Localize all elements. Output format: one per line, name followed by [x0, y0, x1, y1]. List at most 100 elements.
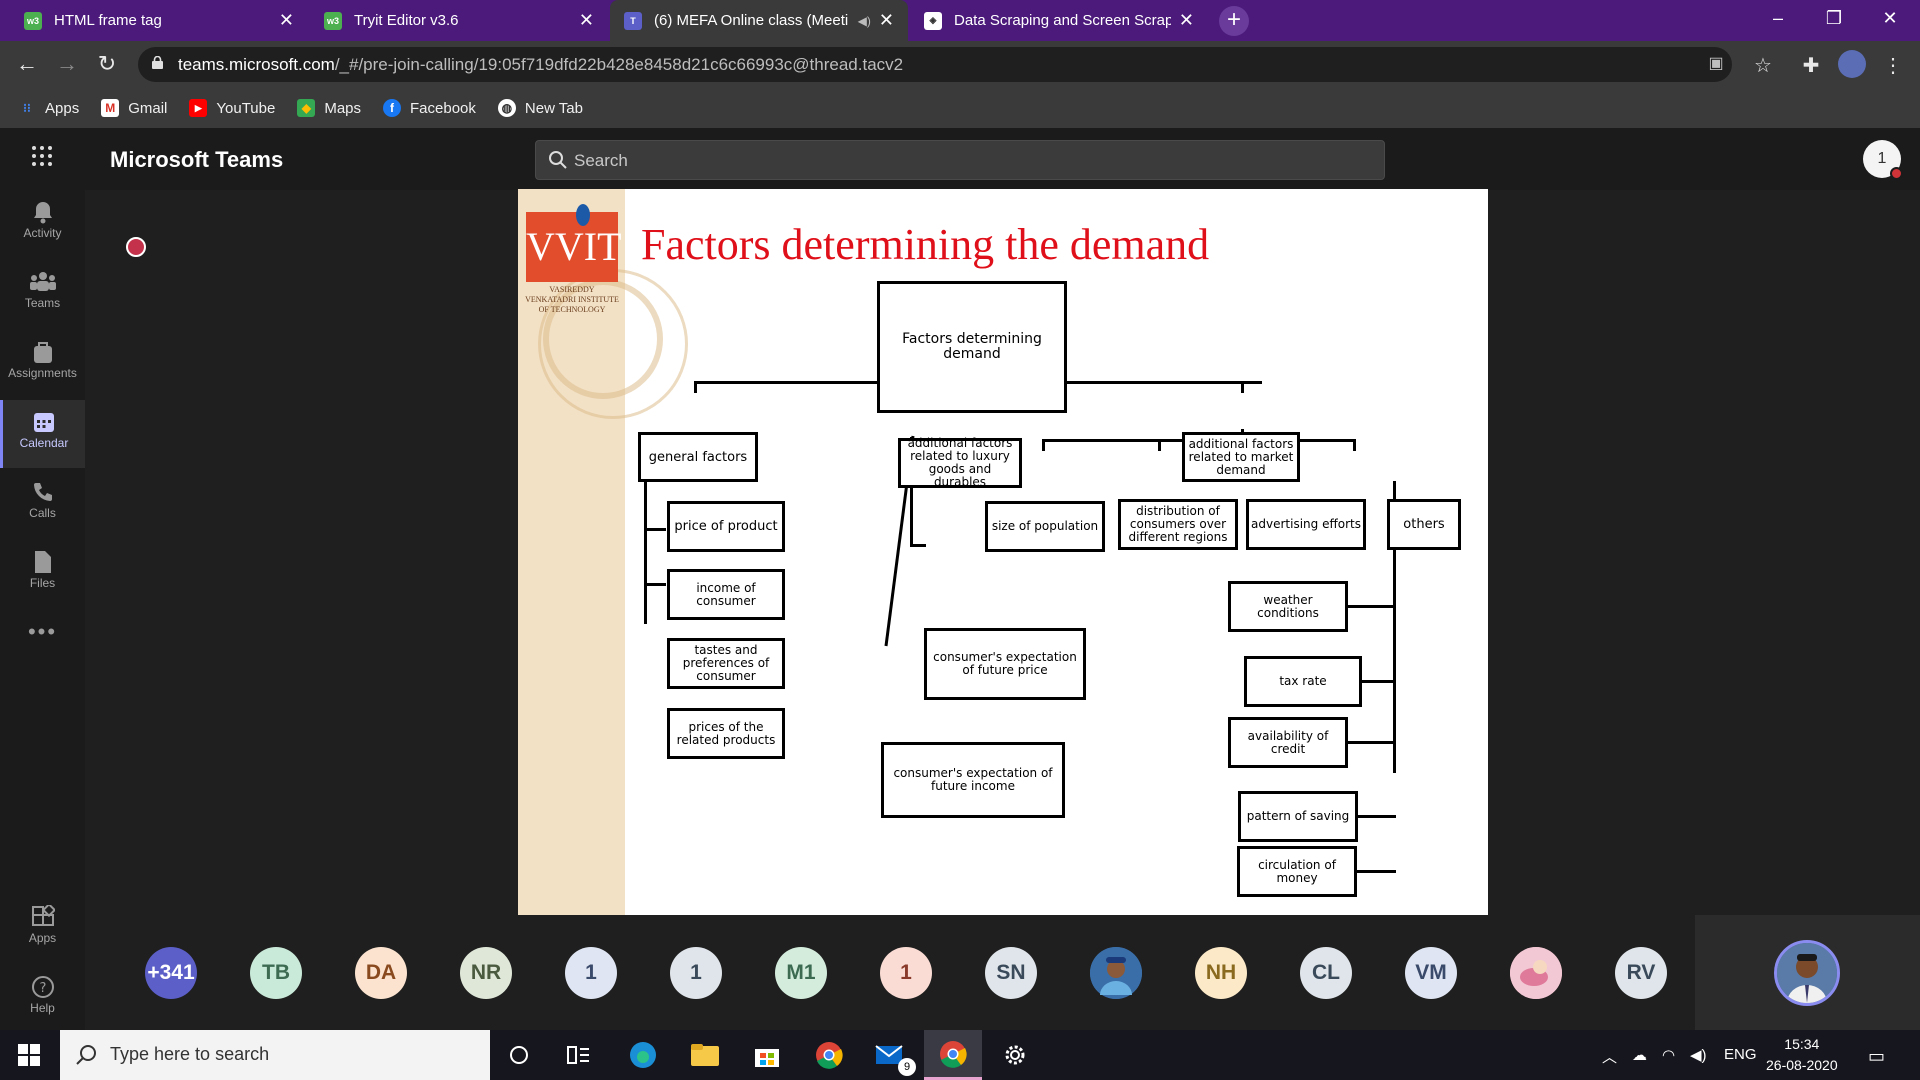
recording-indicator [126, 237, 146, 257]
url-host: teams.microsoft.com [178, 55, 335, 74]
rail-label: Activity [23, 226, 62, 240]
rail-item-assignments[interactable]: Assignments [0, 330, 85, 398]
assignments-icon [0, 338, 85, 366]
participant-avatar[interactable]: 1 [565, 947, 617, 999]
profile-avatar[interactable] [1838, 50, 1866, 78]
bookmark-apps[interactable]: ⁝⁝ Apps [18, 99, 79, 117]
bookmark-gmail[interactable]: M Gmail [101, 99, 167, 117]
chrome-active-icon[interactable] [924, 1030, 982, 1080]
participant-initials: SN [996, 961, 1026, 984]
node-expectation-price: consumer's expectation of future price [924, 628, 1086, 700]
task-view-icon[interactable] [550, 1030, 608, 1080]
teams-header: Microsoft Teams Search 1 [0, 128, 1920, 190]
onedrive-icon[interactable]: ☁ [1632, 1046, 1647, 1064]
menu-icon[interactable]: ⋮ [1880, 53, 1906, 78]
system-clock[interactable]: 15:34 26-08-2020 [1766, 1034, 1838, 1076]
new-tab-button[interactable]: + [1219, 6, 1249, 36]
rail-item-activity[interactable]: Activity [0, 190, 85, 258]
reload-icon[interactable]: ↻ [92, 51, 122, 77]
tab-html-frame-tag[interactable]: w3 HTML frame tag ✕ [10, 0, 308, 41]
participant-avatar[interactable]: VM [1405, 947, 1457, 999]
rail-item-calls[interactable]: Calls [0, 470, 85, 538]
search-placeholder: Search [574, 151, 628, 170]
participant-avatar[interactable]: SN [985, 947, 1037, 999]
bookmarks-bar: ⁝⁝ Apps M Gmail ▶ YouTube ◆ Maps f Facebook ◍… [0, 88, 1920, 128]
node-tastes-preferences: tastes and preferences of consumer [667, 638, 785, 689]
participant-avatar[interactable]: NR [460, 947, 512, 999]
speaker-icon[interactable]: ◀) [858, 14, 871, 28]
store-icon[interactable] [738, 1030, 796, 1080]
participant-avatar[interactable]: NH [1195, 947, 1247, 999]
node-saving: pattern of saving [1238, 791, 1358, 842]
language-indicator[interactable]: ENG [1724, 1046, 1757, 1063]
bookmark-youtube[interactable]: ▶ YouTube [189, 99, 275, 117]
connector-line [1354, 815, 1396, 818]
node-circulation: circulation of money [1237, 846, 1357, 897]
close-window-icon[interactable]: ✕ [1862, 0, 1918, 36]
taskbar-search-input[interactable]: Type here to search [60, 1030, 490, 1080]
back-icon[interactable]: ← [12, 51, 42, 77]
mail-icon[interactable]: 9 [862, 1030, 920, 1080]
participant-avatar[interactable]: RV [1615, 947, 1667, 999]
volume-icon[interactable]: ◀) [1690, 1046, 1707, 1064]
address-bar[interactable]: teams.microsoft.com/_#/pre-join-calling/… [138, 47, 1732, 82]
rail-item-files[interactable]: Files [0, 540, 85, 608]
minimize-icon[interactable]: – [1750, 0, 1806, 36]
bookmark-maps[interactable]: ◆ Maps [297, 99, 361, 117]
participant-photo-image [1510, 947, 1562, 999]
connector-line [644, 528, 666, 531]
participant-photo[interactable] [1090, 947, 1142, 999]
rail-item-apps[interactable]: Apps [0, 905, 85, 945]
bookmark-facebook[interactable]: f Facebook [383, 99, 476, 117]
participant-initials: DA [365, 961, 397, 984]
tab-tryit-editor[interactable]: w3 Tryit Editor v3.6 ✕ [310, 0, 608, 41]
node-size-of-population: size of population [985, 501, 1105, 552]
close-tab-icon[interactable]: ✕ [579, 10, 594, 31]
node-tax-rate: tax rate [1244, 656, 1362, 707]
close-tab-icon[interactable]: ✕ [279, 10, 294, 31]
tab-mefa-online-class[interactable]: T (6) MEFA Online class (Meeti ◀) ✕ [610, 0, 908, 41]
tray-chevron-icon[interactable]: ︿ [1602, 1046, 1617, 1067]
participant-avatar[interactable]: 1 [880, 947, 932, 999]
rail-item-calendar[interactable]: Calendar [0, 400, 85, 468]
wifi-icon[interactable]: ◠ [1662, 1046, 1675, 1064]
participant-avatar[interactable]: DA [355, 947, 407, 999]
file-explorer-icon[interactable] [676, 1030, 734, 1080]
node-market-demand: additional factors related to market dem… [1182, 432, 1300, 482]
rail-item-more[interactable]: ••• [0, 610, 85, 678]
participant-avatar[interactable]: M1 [775, 947, 827, 999]
teams-search-input[interactable]: Search [535, 140, 1385, 180]
restore-icon[interactable]: ❐ [1806, 0, 1862, 36]
edge-icon[interactable] [614, 1030, 672, 1080]
participant-overflow[interactable]: +341 [145, 947, 197, 999]
participant-avatar[interactable]: 1 [670, 947, 722, 999]
rail-item-help[interactable]: ? Help [0, 975, 85, 1015]
bookmark-new-tab[interactable]: ◍ New Tab [497, 99, 583, 117]
bookmark-star-icon[interactable]: ☆ [1750, 53, 1776, 78]
tab-data-scraping[interactable]: ◈ Data Scraping and Screen Scrapi ✕ [910, 0, 1208, 41]
notifications-icon[interactable]: ▭ [1868, 1046, 1885, 1067]
camera-blocked-icon[interactable]: ▣ [1703, 53, 1729, 73]
bookmark-label: Maps [324, 99, 362, 117]
participant-avatar[interactable]: CL [1300, 947, 1352, 999]
cortana-icon[interactable] [490, 1030, 548, 1080]
self-video-tile[interactable] [1695, 915, 1920, 1030]
connector-line [644, 583, 666, 586]
chrome-icon[interactable] [800, 1030, 858, 1080]
connector-line [1358, 680, 1396, 683]
rail-item-teams[interactable]: Teams [0, 260, 85, 328]
apps-grid-icon: ⁝⁝ [23, 101, 31, 115]
forward-icon[interactable]: → [52, 51, 82, 77]
close-tab-icon[interactable]: ✕ [879, 10, 894, 31]
windows-start-icon[interactable] [18, 1044, 40, 1066]
settings-gear-icon[interactable] [986, 1030, 1044, 1080]
app-launcher-icon[interactable] [30, 144, 58, 172]
participant-initials: TB [262, 961, 290, 984]
close-tab-icon[interactable]: ✕ [1179, 10, 1194, 31]
participant-photo[interactable] [1510, 947, 1562, 999]
user-avatar[interactable]: 1 [1863, 140, 1903, 180]
bookmark-label: YouTube [216, 99, 276, 117]
participant-avatar[interactable]: TB [250, 947, 302, 999]
windows-taskbar: Type here to search 9 ︿ ☁ ◠ ◀) ENG 15:34… [0, 1030, 1920, 1080]
extensions-icon[interactable]: ✚ [1798, 53, 1824, 78]
